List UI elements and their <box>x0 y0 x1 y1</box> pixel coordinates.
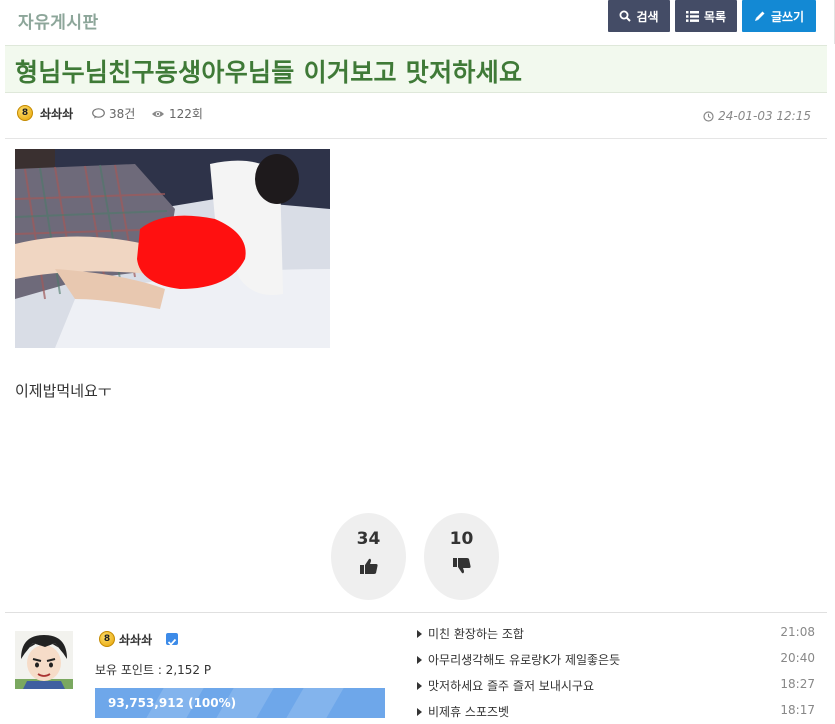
xp-text: 93,753,912 (100%) <box>108 696 237 710</box>
top-bar: 자유게시판 검색 목록 글쓰기 <box>0 0 835 44</box>
downvote-button[interactable]: 10 <box>424 513 499 600</box>
comment-icon <box>92 108 105 119</box>
profile-name[interactable]: 솨솨솨 <box>119 631 152 648</box>
list-item[interactable]: 맛저하세요 즐주 즐저 보내시구요 18:27 <box>415 675 815 701</box>
list-item[interactable]: 아무리생각해도 유로랑K가 제일좋은듯 20:40 <box>415 649 815 675</box>
post-title-bar: 형님누님친구동생아우님들 이거보고 맛저하세요 <box>5 45 827 93</box>
downvote-count: 10 <box>449 529 474 549</box>
recent-post-time: 18:17 <box>780 703 815 717</box>
eye-icon <box>152 110 164 117</box>
avatar[interactable] <box>15 631 73 689</box>
recent-posts-list: 미친 환장하는 조합 21:08 아무리생각해도 유로랑K가 제일좋은듯 20:… <box>415 623 815 724</box>
recent-post-title[interactable]: 맛저하세요 즐주 즐저 보내시구요 <box>428 677 594 694</box>
clock-icon <box>703 110 714 122</box>
comment-count: 38건 <box>92 105 135 122</box>
level-badge-icon: 8 <box>17 105 33 121</box>
post-meta: 8 솨솨솨 38건 122회 24-01-03 12:15 <box>5 93 827 139</box>
view-count: 122회 <box>151 105 203 122</box>
search-button[interactable]: 검색 <box>608 0 670 32</box>
list-item[interactable]: 미친 환장하는 조합 21:08 <box>415 623 815 649</box>
recent-post-title[interactable]: 비제휴 스포즈벳 <box>428 703 509 720</box>
profile-level: 8 <box>103 634 111 644</box>
list-button[interactable]: 목록 <box>675 0 737 32</box>
caret-right-icon <box>417 682 422 690</box>
xp-progress-bar: 93,753,912 (100%) <box>95 688 385 718</box>
post-author[interactable]: 솨솨솨 <box>40 105 73 122</box>
post-title: 형님누님친구동생아우님들 이거보고 맛저하세요 <box>15 58 523 87</box>
author-footer: 8 솨솨솨 보유 포인트 : 2,152 P 93,753,912 (100%)… <box>5 612 827 724</box>
verified-check-icon <box>166 633 178 646</box>
upvote-button[interactable]: 34 <box>331 513 406 600</box>
search-icon <box>619 10 632 22</box>
post-image[interactable] <box>15 149 330 348</box>
upvote-count: 34 <box>356 529 381 549</box>
post-body: 이제밥먹네요ㅜ <box>15 382 112 400</box>
caret-right-icon <box>417 656 422 664</box>
recent-post-time: 21:08 <box>780 625 815 639</box>
recent-post-title[interactable]: 아무리생각해도 유로랑K가 제일좋은듯 <box>428 651 620 668</box>
board-name[interactable]: 자유게시판 <box>18 8 99 33</box>
pencil-icon <box>754 11 765 21</box>
profile-level-badge-icon: 8 <box>99 631 115 647</box>
list-item[interactable]: 비제휴 스포즈벳 18:17 <box>415 701 815 724</box>
thumbs-up-icon <box>360 558 378 574</box>
recent-post-time: 20:40 <box>780 651 815 665</box>
search-label: 검색 <box>636 9 659 24</box>
write-button[interactable]: 글쓰기 <box>742 0 816 32</box>
write-label: 글쓰기 <box>770 9 805 24</box>
thumbs-down-icon <box>453 558 471 574</box>
list-label: 목록 <box>703 9 727 24</box>
recent-post-time: 18:27 <box>780 677 815 691</box>
list-icon <box>685 10 699 22</box>
profile-points: 보유 포인트 : 2,152 P <box>95 663 212 677</box>
view-count-text: 122회 <box>169 107 203 121</box>
author-level: 8 <box>21 108 29 118</box>
post-date-text: 24-01-03 12:15 <box>718 109 811 123</box>
comment-count-text: 38건 <box>109 107 136 121</box>
recent-post-title[interactable]: 미친 환장하는 조합 <box>428 625 524 642</box>
post-date: 24-01-03 12:15 <box>703 109 811 123</box>
caret-right-icon <box>417 630 422 638</box>
caret-right-icon <box>417 708 422 716</box>
